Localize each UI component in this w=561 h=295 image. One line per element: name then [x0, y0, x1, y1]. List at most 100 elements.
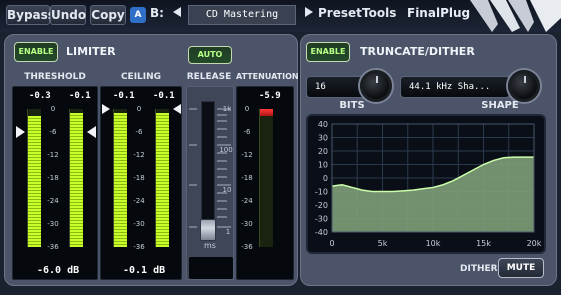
release-scale-100: 100: [219, 146, 233, 154]
shape-display[interactable]: 44.1 kHz Sha...: [400, 76, 510, 98]
ceiling-left-marker-icon[interactable]: [102, 104, 110, 115]
scale-tick-label: -24: [133, 197, 145, 205]
dither-title: TRUNCATE/DITHER: [360, 45, 475, 58]
y-tick-label: -40: [315, 228, 328, 237]
ceiling-left-bar-fill: [114, 113, 127, 247]
mute-button[interactable]: MUTE: [498, 258, 544, 278]
tools-menu[interactable]: Tools: [362, 6, 396, 20]
scale-tick-label: -6: [243, 128, 251, 136]
attenuation-bar: [259, 109, 273, 247]
scale-tick-label: -6: [49, 128, 57, 136]
ceiling-value: -0.1 dB: [123, 265, 166, 276]
scale-tick-label: -24: [47, 197, 59, 205]
scale-tick-label: -18: [133, 174, 145, 182]
attenuation-bar-fill: [260, 109, 273, 116]
bits-knob[interactable]: [360, 70, 392, 102]
ceiling-label: CEILING: [120, 72, 162, 82]
copy-button[interactable]: Copy: [90, 5, 126, 25]
attenuation-label: ATTENUATION: [236, 72, 299, 81]
scale-tick-label: 0: [136, 105, 142, 113]
auto-release-button[interactable]: AUTO: [188, 46, 232, 64]
dither-enable-button[interactable]: ENABLE: [306, 42, 350, 62]
undo-button[interactable]: Undo: [50, 5, 86, 25]
ceiling-right-marker-icon[interactable]: [173, 104, 181, 115]
attenuation-peak: -5.9: [259, 91, 281, 101]
scale-tick-label: 0: [244, 105, 250, 113]
threshold-value: -6.0 dB: [37, 265, 80, 276]
threshold-right-bar: [69, 109, 83, 247]
threshold-left-bar-empty: [28, 109, 41, 116]
release-value-display: [189, 257, 233, 279]
waves-logo-icon: [470, 0, 561, 32]
scale-tick-label: -36: [241, 243, 253, 251]
threshold-label: THRESHOLD: [24, 72, 86, 82]
scale-tick-label: -30: [241, 220, 253, 228]
scale-tick-label: -24: [241, 197, 253, 205]
x-tick-label: 20k: [527, 239, 542, 248]
scale-tick-label: -30: [47, 220, 59, 228]
y-tick-label: 0: [323, 174, 328, 183]
previous-preset-icon[interactable]: [168, 5, 186, 25]
ceiling-left-peak: -0.1: [113, 91, 135, 101]
ceiling-left-bar: [113, 109, 127, 247]
y-tick-label: 40: [318, 120, 328, 129]
noise-shape-graph: 40 30 20 10 0 -10 -20 -30 -40 0 5k 10k 15k 20k: [306, 114, 546, 254]
attenuation-meter: -5.9 0 -6 -12 -18 -24 -30 -36: [236, 86, 294, 280]
dither-label: DITHER: [460, 264, 498, 274]
release-unit: ms: [204, 241, 216, 250]
release-fader-handle[interactable]: [200, 219, 216, 241]
x-tick-label: 15k: [476, 239, 491, 248]
bits-display[interactable]: 16: [306, 76, 366, 98]
scale-tick-label: -18: [241, 174, 253, 182]
ceiling-right-bar: [155, 109, 169, 247]
x-tick-label: 0: [329, 239, 334, 248]
y-tick-label: -20: [315, 201, 328, 210]
y-tick-label: -30: [315, 215, 328, 224]
ceiling-right-bar-fill: [156, 113, 169, 247]
scale-tick-label: -12: [47, 151, 59, 159]
shape-knob[interactable]: [508, 70, 540, 102]
threshold-right-peak: -0.1: [69, 91, 91, 101]
y-tick-label: 30: [318, 134, 328, 143]
scale-tick-label: -6: [135, 128, 143, 136]
bits-label: BITS: [339, 100, 365, 111]
next-preset-icon[interactable]: [300, 5, 318, 25]
scale-tick-label: -12: [241, 151, 253, 159]
bypass-button[interactable]: Bypass: [6, 5, 55, 25]
brand-label: FinalPlug: [407, 6, 471, 20]
limiter-title: LIMITER: [66, 45, 116, 58]
ab-b-button[interactable]: B:: [150, 6, 164, 20]
release-slider-panel: 1k 100 10 1 ms: [186, 86, 234, 280]
y-tick-label: 20: [318, 147, 328, 156]
scale-tick-label: 0: [50, 105, 56, 113]
ab-a-button[interactable]: A: [130, 7, 146, 23]
y-tick-label: 10: [318, 161, 328, 170]
x-tick-label: 10k: [426, 239, 441, 248]
ceiling-right-peak: -0.1: [153, 91, 175, 101]
release-scale-1: 1: [225, 228, 231, 236]
scale-tick-label: -12: [133, 151, 145, 159]
scale-tick-label: -36: [133, 243, 145, 251]
release-fader-track[interactable]: [201, 101, 215, 237]
release-scale-1k: 1k: [222, 105, 232, 113]
bits-knob-indicator: [376, 76, 378, 83]
threshold-left-marker-icon[interactable]: [16, 126, 25, 138]
shape-knob-indicator: [524, 76, 526, 83]
noise-shape-chart: 403020100-10-20-30-400 5k 10k 15k 20k: [315, 120, 542, 248]
release-scale-10: 10: [222, 186, 232, 194]
limiter-enable-button[interactable]: ENABLE: [14, 42, 58, 62]
y-tick-label: -10: [315, 188, 328, 197]
threshold-right-marker-icon[interactable]: [87, 126, 96, 138]
threshold-left-bar: [27, 109, 41, 247]
shape-label: SHAPE: [481, 100, 519, 111]
scale-tick-label: -36: [47, 243, 59, 251]
ceiling-meter[interactable]: -0.1 -0.1 0 -6 -12 -18 -24 -30 -36 -0.1 dB: [100, 86, 182, 280]
scale-tick-label: -30: [133, 220, 145, 228]
preset-menu[interactable]: Preset: [318, 6, 362, 20]
threshold-left-bar-fill: [28, 115, 41, 247]
top-toolbar: Bypass Undo Copy A B: CD Mastering Prese…: [0, 0, 561, 32]
threshold-right-bar-fill: [70, 113, 83, 247]
preset-name-display[interactable]: CD Mastering: [188, 5, 296, 25]
x-tick-label: 5k: [378, 239, 388, 248]
threshold-meter[interactable]: -0.3 -0.1 0 -6 -12 -18 -24 -30 -36 -6.0 dB: [12, 86, 98, 280]
